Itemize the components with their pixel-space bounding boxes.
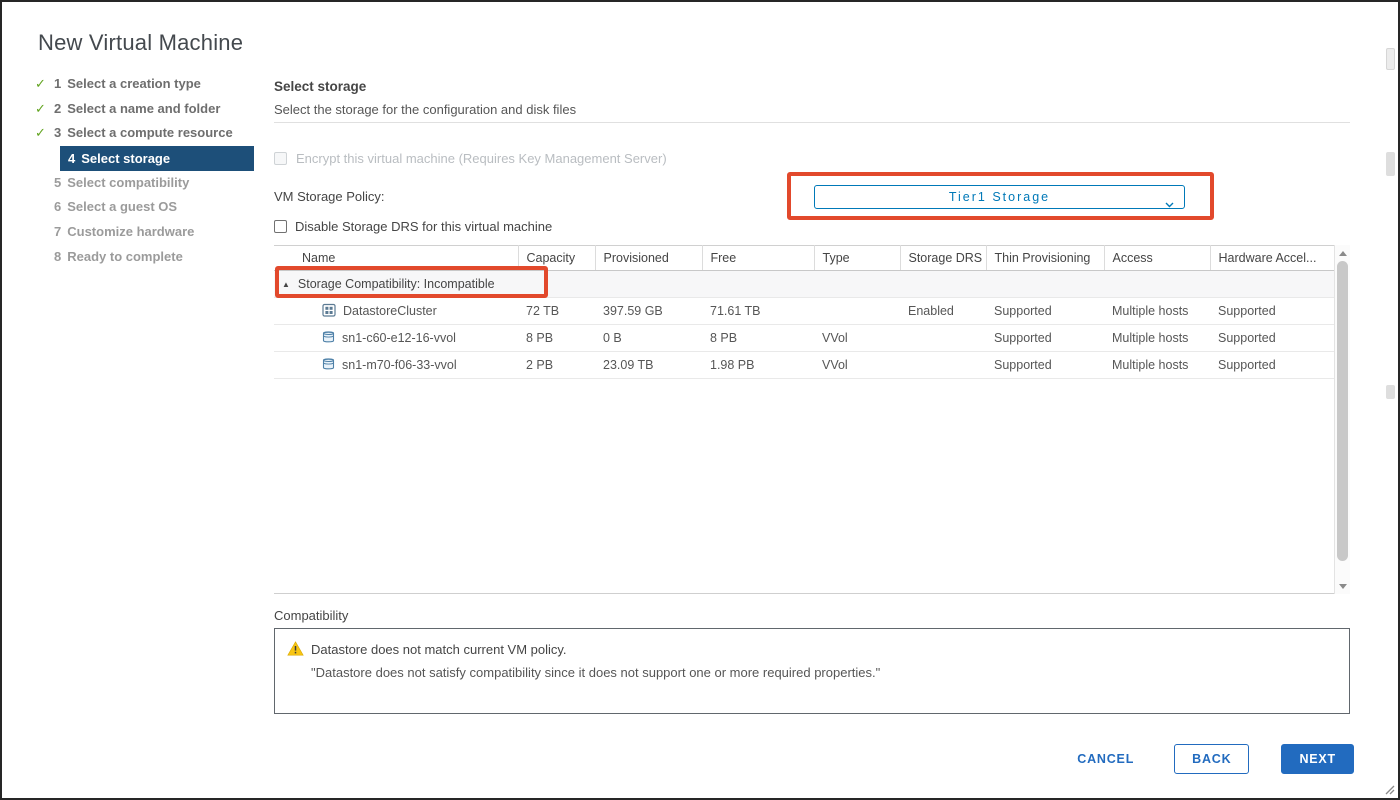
window-scrollbar-arrow[interactable]	[1386, 48, 1395, 70]
column-header-access[interactable]: Access	[1104, 245, 1211, 271]
scroll-down-icon[interactable]	[1335, 579, 1350, 593]
cell-hardware-accel: Supported	[1210, 324, 1334, 352]
datastore-table: Name Capacity Provisioned Free Type Stor…	[274, 245, 1350, 594]
cell-storage-drs	[900, 351, 986, 379]
cell-provisioned: 397.59 GB	[595, 297, 702, 325]
datastore-cluster-icon	[322, 303, 336, 320]
step-complete-check-icon: ✓	[35, 76, 46, 91]
wizard-footer: CANCEL BACK NEXT	[1077, 744, 1354, 774]
cell-type	[814, 297, 900, 325]
step-6-select-guest-os[interactable]: 6 Select a guest OS	[54, 195, 262, 220]
column-header-free[interactable]: Free	[702, 245, 815, 271]
header-divider	[274, 122, 1350, 123]
cell-thin-provisioning: Supported	[986, 351, 1104, 379]
encrypt-vm-label: Encrypt this virtual machine (Requires K…	[296, 151, 667, 166]
disable-drs-checkbox[interactable]	[274, 220, 287, 233]
step-4-select-storage[interactable]: 4 Select storage	[60, 145, 254, 171]
datastore-name: sn1-m70-f06-33-vvol	[342, 357, 457, 372]
wizard-step-list: ✓ 1 Select a creation type ✓ 2 Select a na…	[26, 72, 262, 269]
column-header-name[interactable]: Name	[274, 245, 519, 271]
window-scrollbar-mark[interactable]	[1386, 385, 1395, 399]
content-heading: Select storage	[274, 79, 367, 94]
new-vm-wizard-dialog: New Virtual Machine ✓ 1 Select a creation…	[0, 0, 1400, 800]
content-subheading: Select the storage for the configuration…	[274, 102, 577, 117]
datastore-icon	[322, 357, 335, 374]
step-8-ready-to-complete[interactable]: 8 Ready to complete	[54, 245, 262, 270]
cell-capacity: 2 PB	[518, 351, 595, 379]
dialog-title: New Virtual Machine	[38, 30, 244, 55]
compatibility-warning-title: Datastore does not match current VM poli…	[311, 642, 567, 657]
encrypt-vm-checkbox[interactable]	[274, 152, 287, 165]
group-row-label: Storage Compatibility: Incompatible	[297, 277, 495, 291]
cell-storage-drs: Enabled	[900, 297, 986, 325]
scroll-up-icon[interactable]	[1335, 246, 1350, 260]
vm-storage-policy-label: VM Storage Policy:	[274, 189, 385, 204]
datastore-name: sn1-c60-e12-16-vvol	[342, 330, 456, 345]
cell-hardware-accel: Supported	[1210, 297, 1334, 325]
column-header-provisioned[interactable]: Provisioned	[595, 245, 703, 271]
table-row-sn1-c60-e12-16-vvol[interactable]: sn1-c60-e12-16-vvol 8 PB 0 B 8 PB VVol S…	[274, 324, 1334, 352]
table-row-datastorecluster[interactable]: DatastoreCluster 72 TB 397.59 GB 71.61 T…	[274, 297, 1334, 325]
cancel-button[interactable]: CANCEL	[1077, 752, 1134, 766]
step-1-select-creation-type[interactable]: ✓ 1 Select a creation type	[35, 72, 262, 97]
cell-free: 1.98 PB	[702, 351, 814, 379]
vm-storage-policy-value: Tier1 Storage	[948, 190, 1051, 204]
cell-free: 71.61 TB	[702, 297, 814, 325]
cell-access: Multiple hosts	[1104, 324, 1210, 352]
group-row-storage-compatibility[interactable]: ▲ Storage Compatibility: Incompatible	[274, 270, 1334, 298]
cell-access: Multiple hosts	[1104, 297, 1210, 325]
group-expand-icon[interactable]: ▲	[282, 280, 290, 289]
compatibility-warning-detail: "Datastore does not satisfy compatibilit…	[311, 665, 881, 680]
step-7-customize-hardware[interactable]: 7 Customize hardware	[54, 220, 262, 245]
column-header-storage-drs[interactable]: Storage DRS	[900, 245, 987, 271]
step-complete-check-icon: ✓	[35, 100, 46, 116]
step-3-select-compute-resource[interactable]: ✓ 3 Select a compute resource	[35, 121, 262, 146]
table-scrollbar-thumb[interactable]	[1337, 261, 1348, 561]
resize-grip-icon[interactable]	[1381, 781, 1395, 795]
disable-drs-label: Disable Storage DRS for this virtual mac…	[295, 219, 553, 234]
cell-provisioned: 0 B	[595, 324, 702, 352]
cell-type: VVol	[814, 351, 900, 379]
cell-capacity: 72 TB	[518, 297, 595, 325]
datastore-icon	[322, 330, 335, 347]
table-scrollbar	[1334, 245, 1350, 594]
disable-drs-row[interactable]: Disable Storage DRS for this virtual mac…	[274, 219, 552, 234]
warning-icon	[287, 641, 304, 661]
window-scrollbar-thumb[interactable]	[1386, 152, 1395, 176]
cell-thin-provisioning: Supported	[986, 324, 1104, 352]
compatibility-label: Compatibility	[274, 608, 349, 623]
datastore-name: DatastoreCluster	[343, 303, 437, 318]
column-header-capacity[interactable]: Capacity	[518, 245, 596, 271]
vm-storage-policy-select[interactable]: Tier1 Storage	[814, 185, 1185, 209]
back-button[interactable]: BACK	[1174, 744, 1250, 774]
cell-type: VVol	[814, 324, 900, 352]
compatibility-panel: Datastore does not match current VM poli…	[274, 628, 1350, 714]
table-header-row: Name Capacity Provisioned Free Type Stor…	[274, 245, 1334, 271]
cell-free: 8 PB	[702, 324, 814, 352]
cell-thin-provisioning: Supported	[986, 297, 1104, 325]
step-complete-check-icon: ✓	[35, 125, 46, 141]
table-row-sn1-m70-f06-33-vvol[interactable]: sn1-m70-f06-33-vvol 2 PB 23.09 TB 1.98 P…	[274, 351, 1334, 379]
column-header-type[interactable]: Type	[814, 245, 901, 271]
cell-access: Multiple hosts	[1104, 351, 1210, 379]
column-header-thin-provisioning[interactable]: Thin Provisioning	[986, 245, 1105, 271]
step-2-select-name-folder[interactable]: ✓ 2 Select a name and folder	[35, 97, 262, 122]
cell-hardware-accel: Supported	[1210, 351, 1334, 379]
encrypt-vm-row: Encrypt this virtual machine (Requires K…	[274, 151, 667, 166]
column-header-hardware-accel[interactable]: Hardware Accel...	[1210, 245, 1334, 271]
next-button[interactable]: NEXT	[1281, 744, 1354, 774]
step-5-select-compatibility[interactable]: 5 Select compatibility	[54, 171, 262, 196]
chevron-down-icon	[1165, 195, 1174, 208]
cell-capacity: 8 PB	[518, 324, 595, 352]
cell-provisioned: 23.09 TB	[595, 351, 702, 379]
cell-storage-drs	[900, 324, 986, 352]
